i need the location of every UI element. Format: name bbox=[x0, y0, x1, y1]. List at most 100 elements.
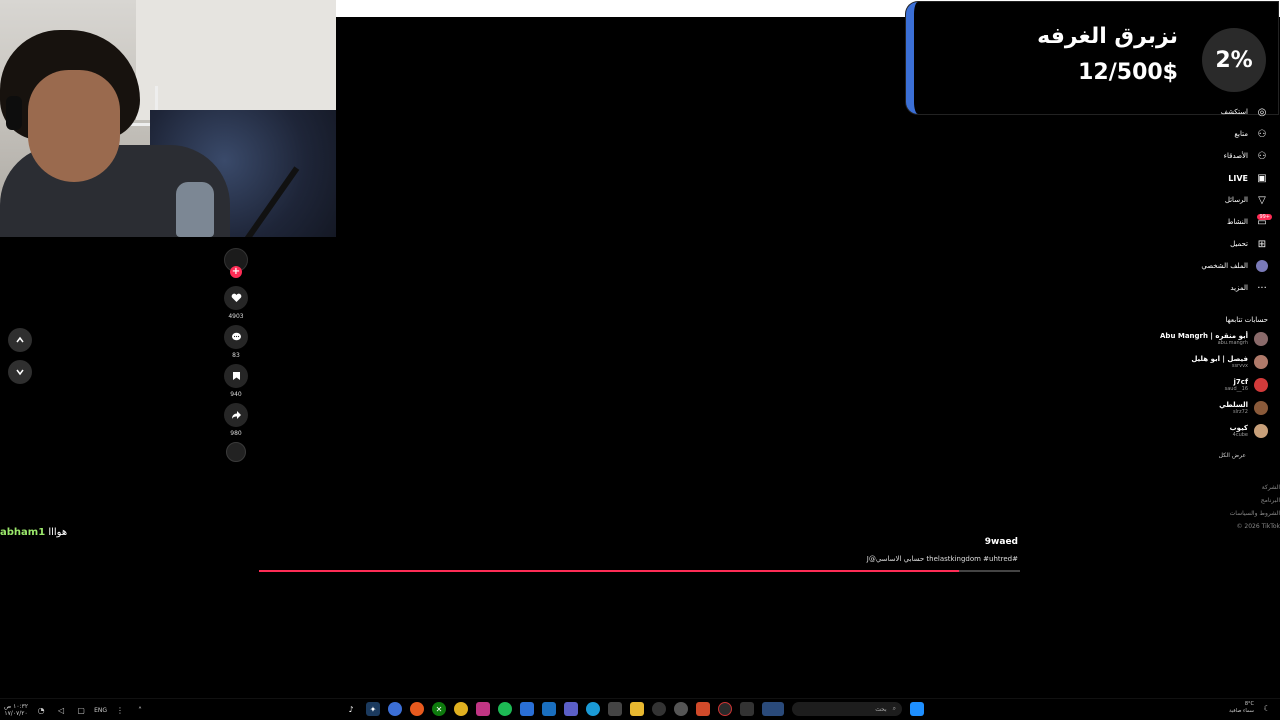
footer-link[interactable]: الشروط والسياسات bbox=[1230, 510, 1280, 517]
followed-account[interactable]: j7cf saud__16 bbox=[1225, 378, 1268, 392]
github-app-icon[interactable] bbox=[652, 702, 666, 716]
wifi-icon[interactable]: ◔ bbox=[34, 703, 48, 717]
sidebar-item-label: الأصدقاء bbox=[1223, 152, 1248, 160]
sidebar-item-label: تحميل bbox=[1230, 240, 1248, 248]
widgets-icon[interactable] bbox=[762, 702, 784, 716]
tablet-icon[interactable]: ▢ bbox=[74, 703, 88, 717]
goal-percent: 2% bbox=[1202, 28, 1266, 92]
followed-account[interactable]: كيوب 4cube bbox=[1230, 424, 1268, 438]
sidebar-item-compass[interactable]: استكشف ◎ bbox=[1221, 104, 1268, 120]
compass-icon: ◎ bbox=[1257, 106, 1267, 118]
account-avatar bbox=[1254, 424, 1268, 438]
sidebar-item-label: النشاط bbox=[1226, 218, 1248, 226]
account-name: كيوب bbox=[1229, 424, 1248, 432]
account-handle: 4cube bbox=[1232, 432, 1248, 438]
share-count: 980 bbox=[230, 430, 242, 437]
followed-account[interactable]: السلطي slrz72 bbox=[1219, 401, 1268, 415]
comment-count: 83 bbox=[232, 352, 240, 359]
account-handle: slrz72 bbox=[1232, 409, 1248, 415]
save-button[interactable] bbox=[224, 364, 248, 388]
clock-date: ١٧/٠٧/٢٠ bbox=[4, 710, 28, 717]
save-count: 940 bbox=[230, 391, 242, 398]
tray-overflow-chevron-icon[interactable]: ˄ bbox=[133, 703, 147, 717]
account-name: j7cf bbox=[1233, 378, 1248, 386]
clock-time: ١٠:٣٢ ص bbox=[4, 703, 29, 710]
xbox-app-icon[interactable]: ✕ bbox=[432, 702, 446, 716]
language-indicator[interactable]: ENG bbox=[94, 707, 107, 714]
sidebar-item-upload[interactable]: تحميل ⊞ bbox=[1230, 236, 1268, 252]
mic-tray-icon[interactable]: ⋮ bbox=[113, 703, 127, 717]
footer-link[interactable]: © 2026 TikTok bbox=[1237, 523, 1280, 530]
volume-icon[interactable]: ◁ bbox=[54, 703, 68, 717]
messages-icon: ▽ bbox=[1258, 194, 1266, 206]
mail-app-icon[interactable] bbox=[520, 702, 534, 716]
activity-icon: ▭ 99+ bbox=[1257, 214, 1272, 228]
sidebar-item-label: الملف الشخصي bbox=[1201, 262, 1248, 270]
taskbar-search[interactable]: بحث ⌕ bbox=[792, 702, 902, 716]
sidebar-item-activity[interactable]: النشاط ▭ 99+ bbox=[1226, 214, 1272, 230]
show-all-link[interactable]: عرض الكل bbox=[1219, 452, 1246, 459]
chrome-alt-app-icon[interactable] bbox=[454, 702, 468, 716]
footer-link[interactable]: الشركة bbox=[1262, 484, 1280, 491]
instagram-app-icon[interactable] bbox=[476, 702, 490, 716]
stream-chat-message: abham1 هوااا bbox=[0, 527, 67, 538]
bookmark-icon bbox=[232, 372, 240, 380]
task-view-icon[interactable] bbox=[740, 702, 754, 716]
sidebar-item-profile[interactable]: الملف الشخصي bbox=[1201, 258, 1268, 274]
tiktok-app-icon[interactable]: ♪ bbox=[344, 702, 358, 716]
profile-icon bbox=[1256, 260, 1268, 272]
spotify-app-icon[interactable] bbox=[498, 702, 512, 716]
account-handle: saud__16 bbox=[1224, 386, 1248, 392]
sidebar-item-label: المزيد bbox=[1230, 284, 1248, 292]
microphone bbox=[176, 182, 214, 237]
followed-account[interactable]: فيصل | ابو هليل ssrvvx bbox=[1191, 355, 1268, 369]
music-disc-icon[interactable] bbox=[226, 442, 246, 462]
account-text: السلطي slrz72 bbox=[1219, 401, 1248, 415]
following-accounts-heading: حسابات تتابعها bbox=[1225, 316, 1268, 324]
account-handle: abu.mangrh bbox=[1217, 340, 1248, 346]
chat-text: هوااا bbox=[48, 527, 68, 538]
account-avatar bbox=[1254, 378, 1268, 392]
sidebar-item-messages[interactable]: الرسائل ▽ bbox=[1225, 192, 1268, 208]
chrome-app-icon[interactable] bbox=[388, 702, 402, 716]
previous-video-button[interactable] bbox=[8, 328, 32, 352]
windows-start-icon[interactable] bbox=[910, 702, 924, 716]
brave-app-icon[interactable] bbox=[410, 702, 424, 716]
account-avatar bbox=[1254, 332, 1268, 346]
obs-app-icon[interactable] bbox=[718, 702, 732, 716]
steam-app-icon[interactable]: ✦ bbox=[366, 702, 380, 716]
sidebar-item-following[interactable]: متابع ⚇ bbox=[1234, 126, 1268, 142]
sidebar-item-label: متابع bbox=[1234, 130, 1248, 138]
sidebar-item-friends[interactable]: الأصدقاء ⚇ bbox=[1224, 148, 1268, 164]
weather-widget[interactable]: 8°C سماء صافية bbox=[1229, 701, 1254, 715]
share-button[interactable] bbox=[224, 403, 248, 427]
follow-plus-icon[interactable]: + bbox=[230, 266, 242, 278]
account-name: Abu Mangrh | أبو منقره bbox=[1160, 332, 1248, 340]
account-name: فيصل | ابو هليل bbox=[1191, 355, 1248, 363]
account-text: فيصل | ابو هليل ssrvvx bbox=[1191, 355, 1248, 369]
edge-app-icon[interactable] bbox=[586, 702, 600, 716]
like-button[interactable] bbox=[224, 286, 248, 310]
share-arrow-icon bbox=[231, 411, 241, 419]
sidebar-item-live[interactable]: LIVE ▣ bbox=[1228, 170, 1268, 186]
next-video-button[interactable] bbox=[8, 360, 32, 384]
settings-app-icon[interactable] bbox=[674, 702, 688, 716]
office-app-icon[interactable] bbox=[696, 702, 710, 716]
store-app-icon[interactable] bbox=[608, 702, 622, 716]
chevron-down-icon bbox=[16, 369, 24, 376]
account-name: السلطي bbox=[1219, 401, 1248, 409]
account-text: كيوب 4cube bbox=[1230, 424, 1248, 438]
chevron-up-icon bbox=[16, 336, 24, 343]
sidebar-item-more[interactable]: المزيد ··· bbox=[1230, 280, 1268, 296]
more-icon: ··· bbox=[1257, 282, 1267, 294]
footer-link[interactable]: البرنامج bbox=[1261, 497, 1280, 504]
file-explorer-icon[interactable] bbox=[630, 702, 644, 716]
video-progress-bar[interactable] bbox=[259, 570, 1020, 572]
clock[interactable]: ١٠:٣٢ ص ١٧/٠٧/٢٠ bbox=[4, 703, 28, 717]
teams-app-icon[interactable] bbox=[564, 702, 578, 716]
vscode-app-icon[interactable] bbox=[542, 702, 556, 716]
video-author[interactable]: 9waed bbox=[985, 537, 1018, 547]
comment-button[interactable] bbox=[224, 325, 248, 349]
donation-goal-overlay: نزبرق الغرفه 12/500$ 2% bbox=[906, 2, 1278, 114]
followed-account[interactable]: Abu Mangrh | أبو منقره abu.mangrh bbox=[1160, 332, 1268, 346]
